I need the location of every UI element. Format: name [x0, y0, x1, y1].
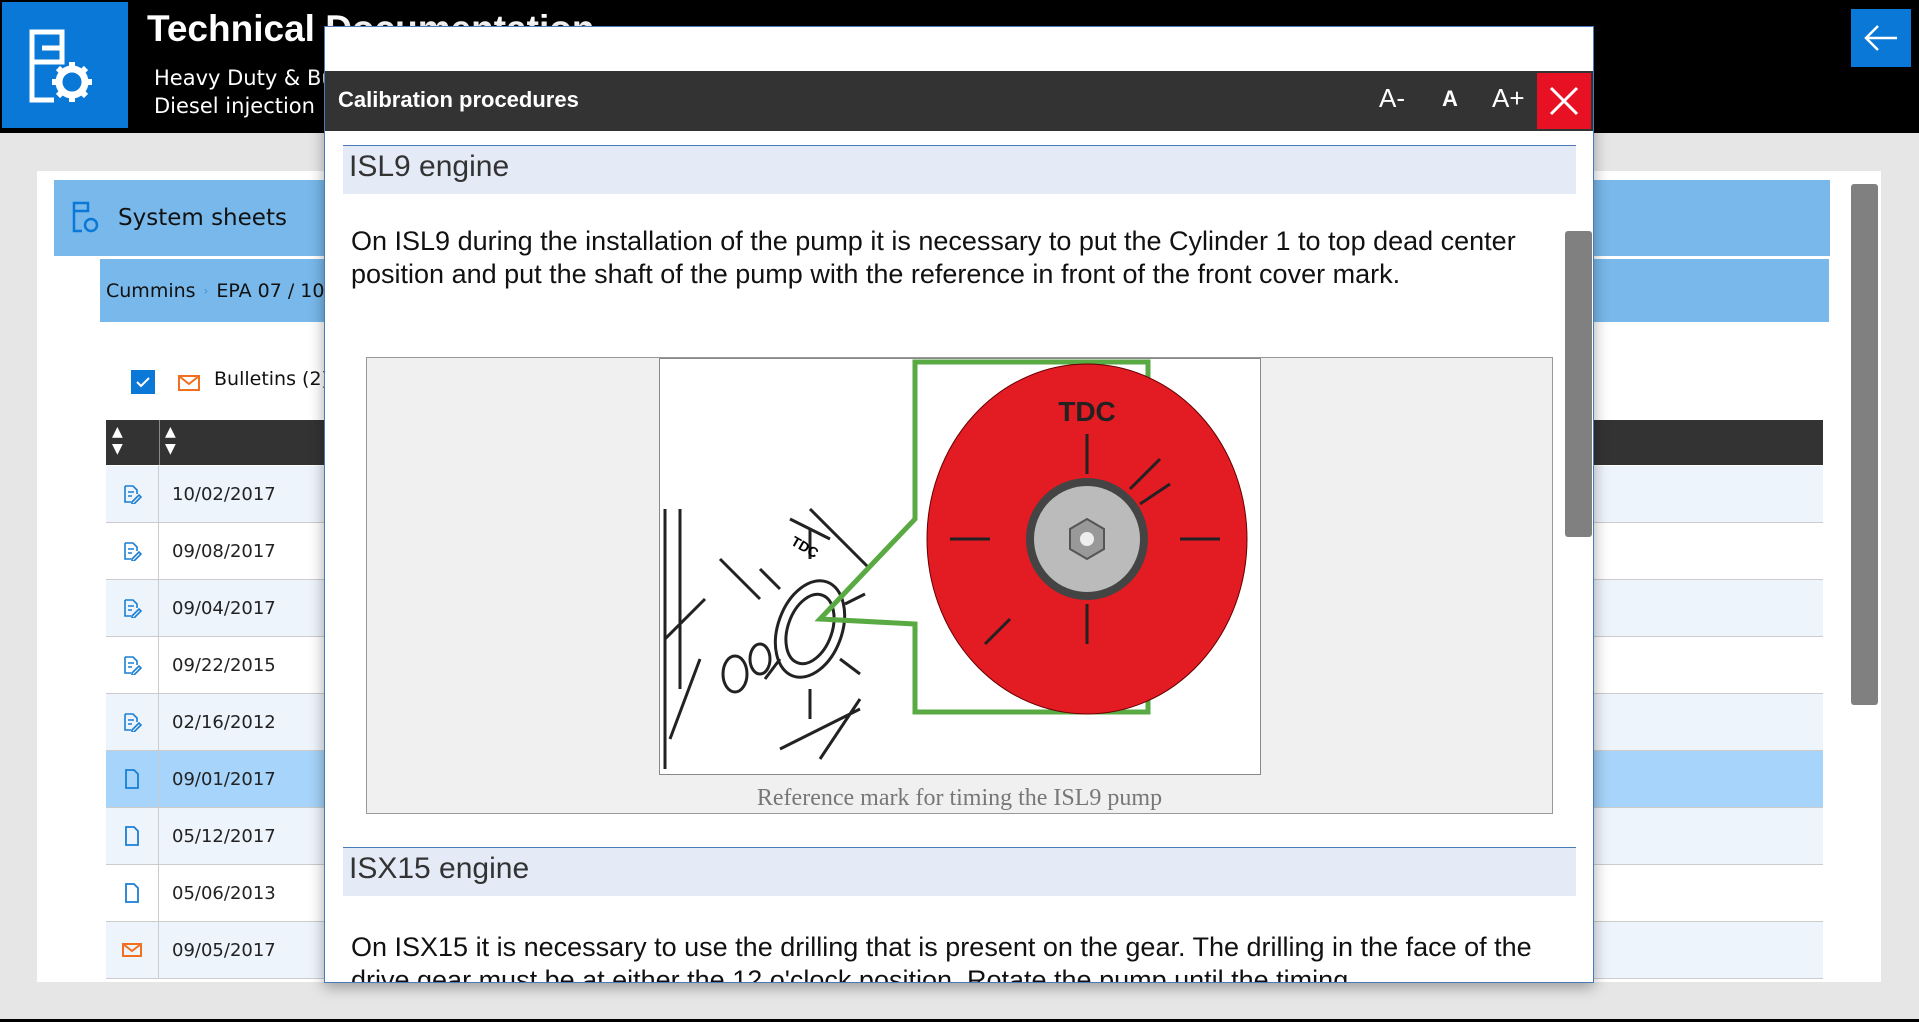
edit-document-icon	[106, 637, 159, 693]
dialog-scrollbar[interactable]	[1565, 231, 1592, 537]
arrow-left-icon	[1864, 25, 1897, 51]
edit-document-icon	[106, 466, 159, 522]
document-icon	[106, 808, 159, 864]
edit-document-icon	[106, 523, 159, 579]
section-heading: ISX15 engine	[343, 847, 1576, 896]
edit-document-icon	[106, 694, 159, 750]
app-subtitle-2: Diesel injection	[154, 94, 315, 118]
row-date: 09/05/2017	[172, 939, 276, 961]
row-date: 10/02/2017	[172, 483, 276, 505]
font-reset-button[interactable]: A	[1442, 86, 1458, 112]
sort-icon[interactable]: ▲ ▼	[165, 424, 176, 458]
dialog-title: Calibration procedures	[338, 87, 579, 112]
figure-caption: Reference mark for timing the ISL9 pump	[756, 785, 1163, 811]
row-date: 02/16/2012	[172, 711, 276, 733]
edit-document-icon	[106, 580, 159, 636]
section-text: On ISX15 it is necessary to use the dril…	[351, 932, 1532, 983]
bulletins-label: Bulletins (2)	[214, 368, 329, 390]
row-date: 09/04/2017	[172, 597, 276, 619]
app-subtitle: Heavy Duty & Bus	[154, 66, 346, 90]
row-date: 09/08/2017	[172, 540, 276, 562]
row-date: 05/12/2017	[172, 825, 276, 847]
system-sheets-icon	[72, 201, 99, 233]
calibration-dialog: Calibration procedures A- A A+ ISL9 engi…	[324, 26, 1594, 983]
sort-icon[interactable]: ▲ ▼	[112, 424, 123, 458]
document-icon	[106, 751, 159, 807]
breadcrumb-item[interactable]: Cummins	[106, 280, 196, 302]
mail-icon	[106, 922, 159, 978]
breadcrumb-item[interactable]: EPA 07 / 10 /	[216, 280, 337, 302]
system-sheets-gear-icon	[29, 29, 92, 103]
font-decrease-button[interactable]: A-	[1379, 83, 1405, 114]
row-date: 09/01/2017	[172, 768, 276, 790]
checkmark-icon	[136, 377, 150, 388]
tdc-label: TDC	[1058, 396, 1116, 427]
section-heading: ISL9 engine	[343, 145, 1576, 194]
section-title: System sheets	[118, 205, 287, 231]
section-text: On ISL9 during the installation of the p…	[351, 226, 1516, 289]
document-icon	[106, 865, 159, 921]
app-logo	[2, 2, 128, 128]
row-date: 09/22/2015	[172, 654, 276, 676]
page-scrollbar[interactable]	[1851, 184, 1878, 705]
back-button[interactable]	[1851, 9, 1911, 67]
tdc-diagram-image: TDC TDC	[659, 358, 1261, 775]
figure: TDC TDC Reference mark for timing the IS…	[366, 357, 1553, 814]
dialog-titlebar: Calibration procedures A- A A+	[325, 71, 1593, 131]
mail-icon	[178, 375, 200, 391]
font-increase-button[interactable]: A+	[1492, 83, 1525, 114]
close-button[interactable]	[1537, 73, 1591, 129]
row-date: 05/06/2013	[172, 882, 276, 904]
tdc-small-label: TDC	[789, 533, 822, 561]
close-icon	[1549, 86, 1579, 116]
bulletins-checkbox[interactable]	[131, 370, 155, 394]
breadcrumb-separator: ›	[203, 283, 209, 298]
